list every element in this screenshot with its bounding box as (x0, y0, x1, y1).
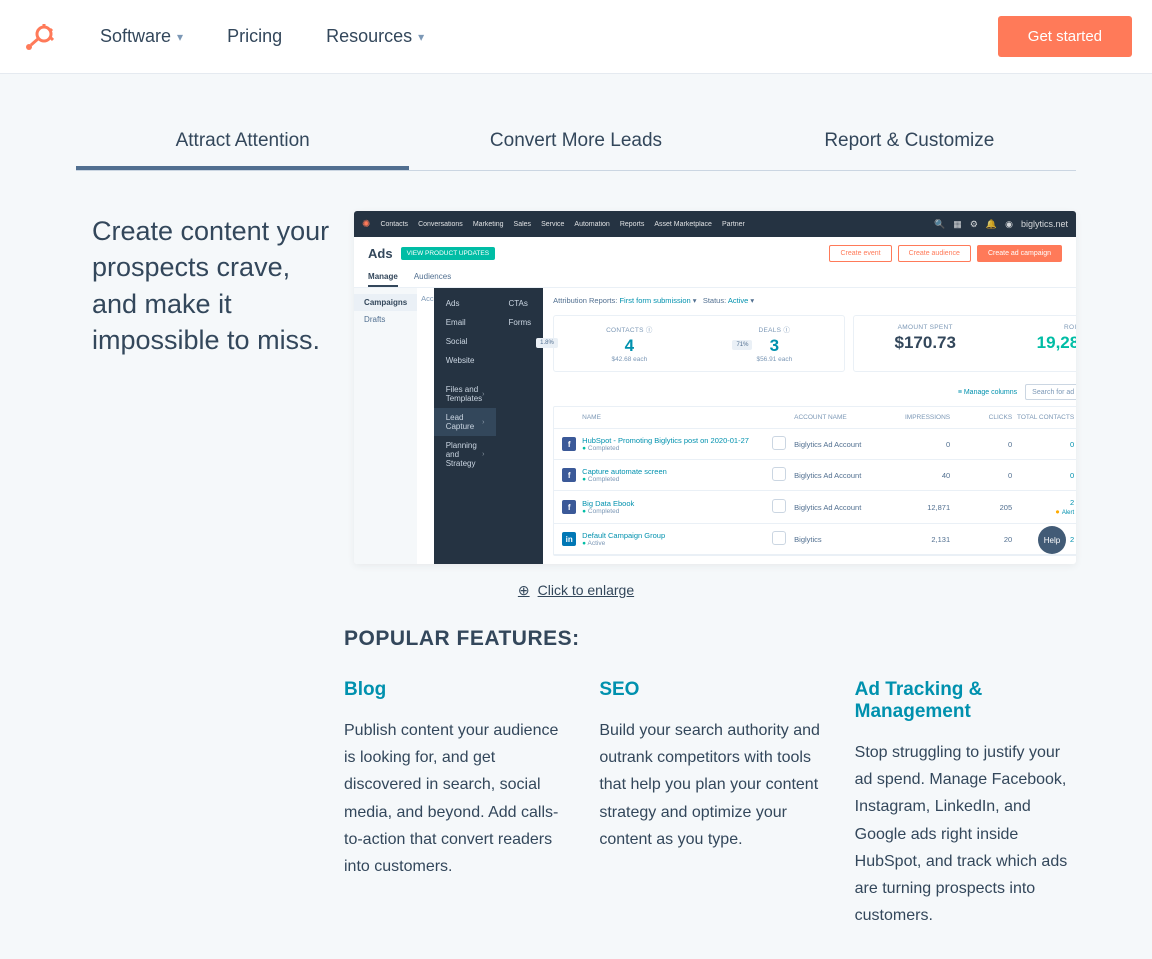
help-button: Help (1038, 526, 1066, 554)
feature-blog: Blog Publish content your audience is lo… (344, 679, 565, 929)
table-row: fCapture automate screen● CompletedBigly… (554, 460, 1076, 491)
magnify-icon: ⊕ (518, 582, 530, 598)
toggle (772, 436, 786, 450)
chevron-right-icon: › (482, 419, 484, 426)
manage-columns-link: ≡ Manage columns (958, 389, 1017, 396)
get-started-button[interactable]: Get started (998, 16, 1132, 57)
hubspot-icon: ✺ (362, 219, 370, 230)
linkedin-icon: in (562, 532, 576, 546)
product-screenshot[interactable]: ✺ Contacts Conversations Marketing Sales… (354, 211, 1076, 564)
gear-icon: ⚙ (970, 219, 978, 230)
tab-convert[interactable]: Convert More Leads (409, 116, 742, 170)
account-name: biglytics.net (1021, 219, 1068, 229)
create-campaign-button: Create ad campaign (977, 245, 1062, 262)
tab-attract[interactable]: Attract Attention (76, 116, 409, 170)
shot-topnav: ✺ Contacts Conversations Marketing Sales… (354, 211, 1076, 237)
tab-report[interactable]: Report & Customize (743, 116, 1076, 170)
feature-ads: Ad Tracking & Management Stop struggling… (855, 679, 1076, 929)
shot-body: Campaigns Drafts Acc Ads Email Social We… (354, 288, 1076, 564)
features-title: POPULAR FEATURES: (344, 627, 1076, 651)
avatar-icon: ◉ (1005, 219, 1013, 230)
search-input: Search for ad campaigns🔍 (1025, 384, 1076, 400)
section-tabs: Attract Attention Convert More Leads Rep… (76, 116, 1076, 171)
search-icon: 🔍 (934, 219, 945, 230)
chevron-right-icon: › (482, 391, 484, 398)
shot-subtabs: Manage Audiences (354, 262, 1076, 288)
shot-mega-menu-1: Ads Email Social Website Files and Templ… (434, 288, 497, 564)
feature-seo: SEO Build your search authority and outr… (599, 679, 820, 929)
nav-items: Software▾ Pricing Resources▾ (100, 26, 424, 47)
shot-mega-menu-2: CTAs Forms (496, 288, 543, 564)
table-row: inDefault Campaign Group● ActiveBiglytic… (554, 524, 1076, 555)
facebook-icon: f (562, 437, 576, 451)
marketplace-icon: ▦ (953, 219, 962, 230)
click-to-enlarge[interactable]: ⊕Click to enlarge (76, 582, 1076, 599)
updates-badge: VIEW PRODUCT UPDATES (401, 247, 495, 260)
create-event-button: Create event (829, 245, 891, 262)
nav-resources[interactable]: Resources▾ (326, 26, 424, 47)
create-audience-button: Create audience (898, 245, 971, 262)
toggle (772, 499, 786, 513)
facebook-icon: f (562, 500, 576, 514)
toggle (772, 467, 786, 481)
nav-software[interactable]: Software▾ (100, 26, 183, 47)
shot-header: Ads VIEW PRODUCT UPDATES Create event Cr… (354, 237, 1076, 262)
hero-headline: Create content your prospects crave, and… (92, 211, 330, 564)
metrics-row: 1.8% CONTACTS ⓘ 4 $42.68 each 71% DEALS … (553, 315, 1076, 372)
bell-icon: 🔔 (986, 219, 997, 230)
features-section: POPULAR FEATURES: Blog Publish content y… (76, 599, 1076, 959)
chevron-right-icon: › (482, 451, 484, 458)
feature-link[interactable]: SEO (599, 679, 820, 701)
chevron-down-icon: ▾ (418, 30, 424, 44)
hero-section: Create content your prospects crave, and… (76, 171, 1076, 564)
table-row: fBig Data Ebook● CompletedBiglytics Ad A… (554, 491, 1076, 524)
table-row: fHubSpot - Promoting Biglytics post on 2… (554, 429, 1076, 460)
shot-leftnav: Campaigns Drafts (354, 288, 417, 564)
shot-main: Attribution Reports: First form submissi… (543, 288, 1076, 564)
top-nav: Software▾ Pricing Resources▾ Get started (0, 0, 1152, 74)
chevron-down-icon: ▾ (177, 30, 183, 44)
toggle (772, 531, 786, 545)
feature-link[interactable]: Blog (344, 679, 565, 701)
feature-link[interactable]: Ad Tracking & Management (855, 679, 1076, 723)
campaigns-table: NAME ACCOUNT NAME IMPRESSIONS CLICKS TOT… (553, 406, 1076, 556)
page-title: Ads (368, 246, 393, 261)
facebook-icon: f (562, 468, 576, 482)
nav-pricing[interactable]: Pricing (227, 26, 282, 47)
hubspot-logo[interactable] (24, 22, 54, 52)
